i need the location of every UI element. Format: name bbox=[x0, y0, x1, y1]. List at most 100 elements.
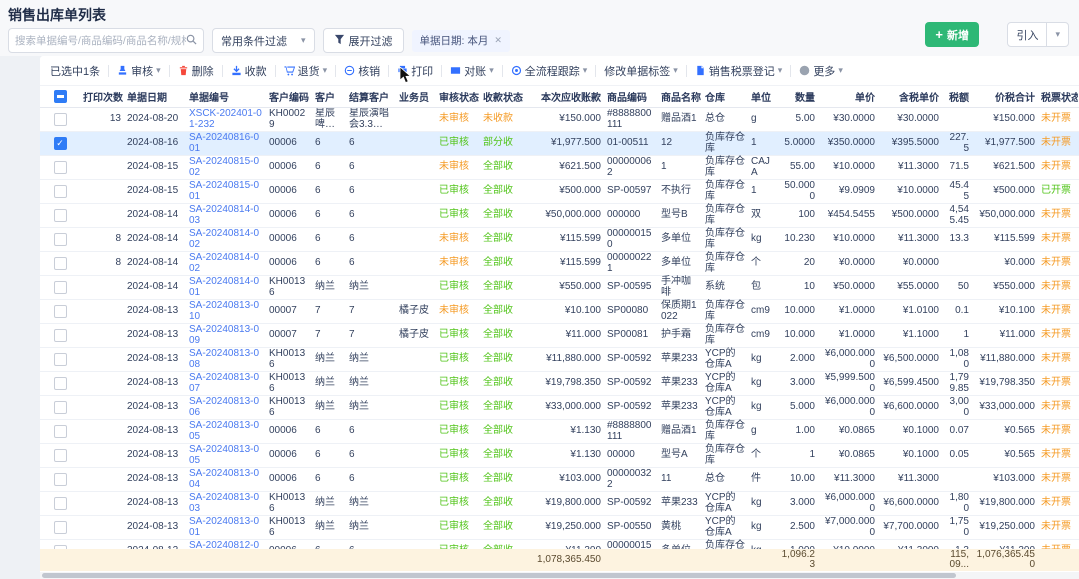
select-all-checkbox[interactable] bbox=[54, 90, 67, 103]
cell-cb[interactable] bbox=[40, 400, 80, 415]
document-link[interactable]: SA-20240813-001 bbox=[186, 516, 266, 539]
table-row[interactable]: 2024-08-15SA-20240815-0010000666已审核全部收¥5… bbox=[40, 180, 1079, 204]
cell-cb[interactable] bbox=[40, 304, 80, 319]
cell-cb[interactable] bbox=[40, 496, 80, 511]
row-checkbox[interactable] bbox=[54, 401, 67, 414]
row-checkbox[interactable] bbox=[54, 257, 67, 270]
cell-cb[interactable] bbox=[40, 208, 80, 223]
close-icon[interactable]: ✕ bbox=[494, 35, 502, 46]
column-header-cb[interactable] bbox=[40, 90, 80, 103]
table-row[interactable]: ✓2024-08-16SA-20240816-0010000666已审核部分收¥… bbox=[40, 132, 1079, 156]
print-button-label: 打印 bbox=[411, 63, 433, 79]
document-link[interactable]: SA-20240814-003 bbox=[186, 204, 266, 227]
tax-invoice-button[interactable]: 销售税票登记▾ bbox=[695, 63, 783, 79]
add-button[interactable]: + 新增 bbox=[925, 22, 979, 47]
cell-cb[interactable] bbox=[40, 424, 80, 439]
row-checkbox[interactable] bbox=[54, 161, 67, 174]
table-row[interactable]: 2024-08-13SA-20240813-008KH00136纳兰纳兰已审核全… bbox=[40, 348, 1079, 372]
cell-cb[interactable] bbox=[40, 184, 80, 199]
chevron-down-icon[interactable]: ▾ bbox=[1047, 29, 1068, 40]
cell-cb[interactable] bbox=[40, 160, 80, 175]
row-checkbox[interactable] bbox=[54, 185, 67, 198]
edit-tag-button[interactable]: 修改单据标签▾ bbox=[604, 63, 678, 79]
trace-button[interactable]: 全流程跟踪▾ bbox=[511, 63, 588, 79]
expand-filter-button[interactable]: 展开过滤 bbox=[323, 28, 404, 53]
document-link[interactable]: SA-20240815-002 bbox=[186, 156, 266, 179]
table-row[interactable]: 2024-08-14SA-20240814-001KH00136纳兰纳兰已审核全… bbox=[40, 276, 1079, 300]
row-checkbox[interactable] bbox=[54, 281, 67, 294]
table-row[interactable]: 2024-08-13SA-20240813-0050000666已审核全部收¥1… bbox=[40, 420, 1079, 444]
cell-cb[interactable] bbox=[40, 256, 80, 271]
row-checkbox[interactable] bbox=[54, 353, 67, 366]
toolbar-divider bbox=[222, 65, 223, 77]
row-checkbox[interactable] bbox=[54, 521, 67, 534]
table-row[interactable]: 82024-08-14SA-20240814-0020000666未审核全部收¥… bbox=[40, 252, 1079, 276]
row-checkbox[interactable] bbox=[54, 113, 67, 126]
cell-cb[interactable] bbox=[40, 448, 80, 463]
reconcile-button[interactable]: 对账▾ bbox=[450, 63, 494, 79]
row-checkbox[interactable] bbox=[54, 449, 67, 462]
table-row[interactable]: 2024-08-13SA-20240813-0040000666已审核全部收¥1… bbox=[40, 468, 1079, 492]
collect-button[interactable]: 收款 bbox=[231, 63, 267, 79]
cell-cb[interactable] bbox=[40, 520, 80, 535]
document-link[interactable]: SA-20240816-001 bbox=[186, 132, 266, 155]
table-row[interactable]: 2024-08-13SA-20240813-0050000666已审核全部收¥1… bbox=[40, 444, 1079, 468]
common-filter-select[interactable]: 常用条件过滤 ▾ bbox=[212, 28, 315, 53]
delete-button[interactable]: 删除 bbox=[178, 63, 214, 79]
document-link[interactable]: XSCK-202401-01-232 bbox=[186, 108, 266, 131]
writeoff-button[interactable]: 核销 bbox=[344, 63, 380, 79]
table-row[interactable]: 2024-08-13SA-20240813-0100000777橘子皮未审核全部… bbox=[40, 300, 1079, 324]
table-row[interactable]: 2024-08-15SA-20240815-0020000666未审核全部收¥6… bbox=[40, 156, 1079, 180]
document-link[interactable]: SA-20240815-001 bbox=[186, 180, 266, 203]
document-link[interactable]: SA-20240813-005 bbox=[186, 420, 266, 443]
row-checkbox[interactable] bbox=[54, 473, 67, 486]
row-checkbox[interactable] bbox=[54, 305, 67, 318]
date-filter-tag[interactable]: 单据日期: 本月 ✕ bbox=[412, 30, 510, 52]
scrollbar-thumb[interactable] bbox=[42, 573, 956, 578]
table-row[interactable]: 2024-08-12SA-20240812-0040000666已审核全部收¥1… bbox=[40, 540, 1079, 549]
cell-cb[interactable]: ✓ bbox=[40, 136, 80, 151]
table-row[interactable]: 2024-08-13SA-20240813-0090000777橘子皮已审核全部… bbox=[40, 324, 1079, 348]
row-checkbox[interactable] bbox=[54, 377, 67, 390]
cell-cb[interactable] bbox=[40, 472, 80, 487]
cell-cb[interactable] bbox=[40, 328, 80, 343]
import-button[interactable]: 引入 ▾ bbox=[1007, 22, 1069, 47]
cell-cb[interactable] bbox=[40, 280, 80, 295]
cell-cb[interactable] bbox=[40, 376, 80, 391]
cell-tax bbox=[942, 479, 972, 481]
return-button[interactable]: 退货▾ bbox=[284, 63, 328, 79]
cell-cb[interactable] bbox=[40, 352, 80, 367]
cell-cb[interactable] bbox=[40, 232, 80, 247]
row-checkbox[interactable] bbox=[54, 497, 67, 510]
table-row[interactable]: 2024-08-14SA-20240814-0030000666已审核全部收¥5… bbox=[40, 204, 1079, 228]
more-button[interactable]: 更多▾ bbox=[799, 63, 843, 79]
document-link[interactable]: SA-20240813-009 bbox=[186, 324, 266, 347]
row-checkbox[interactable] bbox=[54, 329, 67, 342]
row-checkbox[interactable] bbox=[54, 209, 67, 222]
search-input[interactable]: 搜索单据编号/商品编码/商品名称/规格 bbox=[8, 28, 204, 53]
document-link[interactable]: SA-20240814-002 bbox=[186, 252, 266, 275]
document-link[interactable]: SA-20240813-006 bbox=[186, 396, 266, 419]
document-link[interactable]: SA-20240813-003 bbox=[186, 492, 266, 515]
table-row[interactable]: 82024-08-14SA-20240814-0020000666未审核全部收¥… bbox=[40, 228, 1079, 252]
row-checkbox[interactable]: ✓ bbox=[54, 137, 67, 150]
cell-cb[interactable] bbox=[40, 112, 80, 127]
table-row[interactable]: 132024-08-20XSCK-202401-01-232KH00029星辰啤… bbox=[40, 108, 1079, 132]
row-checkbox[interactable] bbox=[54, 233, 67, 246]
table-row[interactable]: 2024-08-13SA-20240813-001KH00136纳兰纳兰已审核全… bbox=[40, 516, 1079, 540]
document-link[interactable]: SA-20240812-004 bbox=[186, 540, 266, 549]
document-link[interactable]: SA-20240813-007 bbox=[186, 372, 266, 395]
document-link[interactable]: SA-20240813-005 bbox=[186, 444, 266, 467]
document-link[interactable]: SA-20240813-010 bbox=[186, 300, 266, 323]
document-link[interactable]: SA-20240814-002 bbox=[186, 228, 266, 251]
table-row[interactable]: 2024-08-13SA-20240813-003KH00136纳兰纳兰已审核全… bbox=[40, 492, 1079, 516]
table-row[interactable]: 2024-08-13SA-20240813-006KH00136纳兰纳兰已审核全… bbox=[40, 396, 1079, 420]
table-row[interactable]: 2024-08-13SA-20240813-007KH00136纳兰纳兰已审核全… bbox=[40, 372, 1079, 396]
row-checkbox[interactable] bbox=[54, 425, 67, 438]
document-link[interactable]: SA-20240813-008 bbox=[186, 348, 266, 371]
document-link[interactable]: SA-20240814-001 bbox=[186, 276, 266, 299]
cell-unit: kg bbox=[748, 353, 778, 366]
document-link[interactable]: SA-20240813-004 bbox=[186, 468, 266, 491]
horizontal-scrollbar[interactable] bbox=[40, 572, 1079, 579]
audit-button[interactable]: 审核▾ bbox=[117, 63, 161, 79]
